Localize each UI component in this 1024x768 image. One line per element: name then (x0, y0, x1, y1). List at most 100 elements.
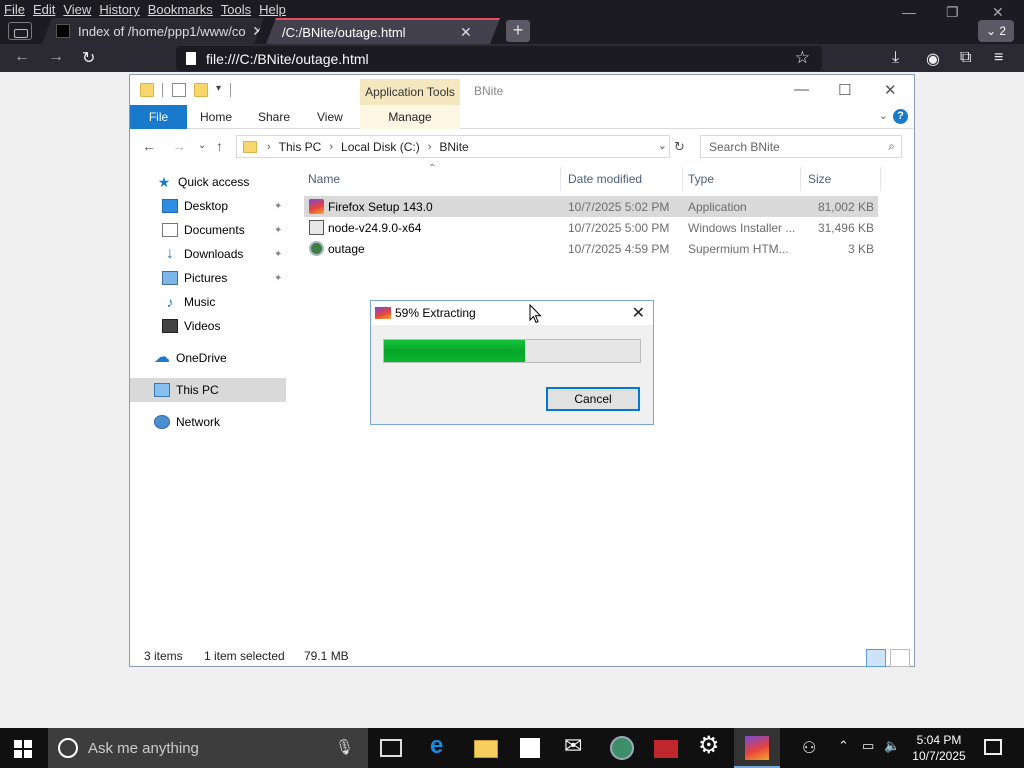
file-type: Supermium HTM... (688, 242, 789, 256)
ribbon-expand-chevron-icon[interactable]: ⌄ (879, 109, 888, 122)
forward-arrow-icon[interactable]: → (48, 48, 64, 66)
cancel-button[interactable]: Cancel (546, 387, 640, 411)
ribbon-tab-home[interactable]: Home (200, 105, 232, 129)
action-center-icon[interactable] (984, 739, 1002, 755)
explorer-close-button[interactable]: ✕ (884, 81, 897, 99)
bookmark-star-icon[interactable]: ☆ (795, 48, 810, 68)
settings-gear-icon[interactable]: ⚙ (698, 731, 722, 759)
menu-history[interactable]: History (95, 0, 143, 20)
supermium-icon[interactable] (610, 736, 634, 760)
new-tab-button[interactable]: + (506, 20, 530, 42)
mail-icon[interactable]: ✉ (564, 733, 588, 758)
column-header-date[interactable]: Date modified (568, 167, 642, 191)
menu-file[interactable]: File (0, 0, 29, 20)
ribbon-tab-file[interactable]: File (130, 105, 187, 129)
tab-close-icon[interactable]: ✕ (252, 23, 264, 40)
tab-overview-icon[interactable] (8, 22, 32, 40)
search-icon[interactable]: ⌕ (888, 139, 895, 154)
hamburger-menu-icon[interactable]: ≡ (994, 49, 1003, 67)
breadcrumb-bnite[interactable]: BNite (439, 140, 468, 154)
file-row-node-installer[interactable]: node-v24.9.0-x64 10/7/2025 5:00 PM Windo… (304, 217, 878, 238)
file-row-outage[interactable]: outage 10/7/2025 4:59 PM Supermium HTM..… (304, 238, 878, 259)
address-bar[interactable]: › This PC › Local Disk (C:) › BNite ⌄ (236, 135, 670, 158)
menu-view[interactable]: View (59, 0, 95, 20)
ribbon-tab-view[interactable]: View (317, 105, 343, 129)
browser-menubar: File Edit View History Bookmarks Tools H… (0, 0, 290, 20)
column-header-name[interactable]: Name (308, 167, 340, 191)
volume-muted-icon[interactable]: 🔈 (884, 738, 900, 754)
windows-start-icon[interactable] (14, 740, 32, 758)
ribbon-tab-manage[interactable]: Manage (360, 105, 460, 129)
up-arrow-icon[interactable]: ↑ (216, 138, 223, 154)
nav-documents[interactable]: Documents ✦ (162, 219, 286, 241)
app-icon[interactable] (654, 740, 678, 758)
dialog-close-icon[interactable]: ✕ (632, 303, 645, 323)
edge-browser-icon[interactable]: e (430, 732, 454, 759)
ribbon-tab-share[interactable]: Share (258, 105, 290, 129)
network-tray-icon[interactable]: ▭ (862, 738, 874, 754)
nav-label: Pictures (184, 271, 228, 285)
column-divider[interactable] (800, 167, 801, 191)
tab-index[interactable]: Index of /home/ppp1/www/cor ✕ (42, 18, 264, 44)
column-divider[interactable] (880, 167, 881, 191)
address-dropdown-icon[interactable]: ⌄ (658, 139, 667, 152)
menu-bookmarks[interactable]: Bookmarks (144, 0, 217, 20)
back-arrow-icon[interactable]: ← (142, 138, 156, 154)
chevron-right-icon[interactable]: › (267, 141, 271, 153)
nav-pictures[interactable]: Pictures ✦ (162, 267, 286, 289)
column-header-size[interactable]: Size (808, 167, 831, 191)
chevron-right-icon[interactable]: › (329, 141, 333, 153)
toolbar-separator (230, 83, 231, 97)
tab-close-icon[interactable]: ✕ (460, 24, 472, 41)
nav-quick-access[interactable]: ★ Quick access (156, 171, 250, 193)
microphone-icon[interactable]: 🎙 (335, 738, 354, 756)
progress-fill (384, 340, 525, 362)
account-icon[interactable]: ◉ (926, 49, 940, 69)
nav-onedrive[interactable]: ☁ OneDrive (154, 347, 227, 369)
properties-icon[interactable] (172, 83, 186, 97)
column-divider[interactable] (560, 167, 561, 191)
nav-music[interactable]: ♪ Music (162, 291, 216, 313)
large-icons-view-icon[interactable] (890, 649, 910, 667)
nav-downloads[interactable]: ↓ Downloads ✦ (162, 243, 286, 265)
breadcrumb-local-disk[interactable]: Local Disk (C:) (341, 140, 420, 154)
extensions-icon[interactable]: ⧉ (960, 49, 971, 67)
nav-desktop[interactable]: Desktop ✦ (162, 195, 286, 217)
refresh-icon[interactable]: ↻ (674, 139, 685, 155)
explorer-minimize-button[interactable]: — (794, 81, 809, 98)
show-hidden-icons-chevron-icon[interactable]: ⌃ (838, 738, 849, 754)
system-clock[interactable]: 5:04 PM 10/7/2025 (904, 732, 974, 764)
menu-edit[interactable]: Edit (29, 0, 59, 20)
file-explorer-icon[interactable] (474, 740, 498, 758)
downloads-icon[interactable]: ⤓ (892, 49, 899, 67)
search-input[interactable]: Search BNite ⌕ (700, 135, 902, 158)
store-icon[interactable] (520, 738, 540, 758)
nav-videos[interactable]: Videos (162, 315, 220, 337)
menu-help[interactable]: Help (255, 0, 290, 20)
tab-count-button[interactable]: ⌄ 2 (978, 20, 1014, 42)
column-divider[interactable] (682, 167, 683, 191)
task-view-icon[interactable] (380, 739, 402, 757)
file-row-firefox-setup[interactable]: Firefox Setup 143.0 10/7/2025 5:02 PM Ap… (304, 196, 878, 217)
recent-locations-chevron-icon[interactable]: ⌄ (198, 140, 206, 151)
new-folder-icon[interactable] (194, 83, 208, 97)
people-icon[interactable]: ⚇ (802, 738, 816, 758)
url-bar[interactable]: file:///C:/BNite/outage.html ☆ (176, 46, 822, 71)
tab-outage[interactable]: /C:/BNite/outage.html ✕ (266, 18, 500, 44)
nav-this-pc[interactable]: This PC (154, 379, 219, 401)
explorer-maximize-button[interactable]: ☐ (838, 81, 851, 99)
menu-tools[interactable]: Tools (217, 0, 255, 20)
back-arrow-icon[interactable]: ← (14, 48, 30, 66)
details-view-icon[interactable] (866, 649, 886, 667)
reload-icon[interactable]: ↻ (82, 48, 95, 68)
column-header-type[interactable]: Type (688, 167, 714, 191)
forward-arrow-icon[interactable]: → (172, 138, 186, 154)
taskbar-active-app[interactable] (734, 728, 780, 768)
cortana-search-box[interactable]: Ask me anything 🎙 (48, 728, 368, 768)
chevron-right-icon[interactable]: › (428, 141, 432, 153)
tab-count: 2 (999, 24, 1007, 38)
customize-toolbar-chevron-icon[interactable]: ▾ (216, 83, 221, 94)
nav-network[interactable]: Network (154, 411, 220, 433)
help-icon[interactable]: ? (893, 109, 908, 124)
breadcrumb-this-pc[interactable]: This PC (279, 140, 322, 154)
